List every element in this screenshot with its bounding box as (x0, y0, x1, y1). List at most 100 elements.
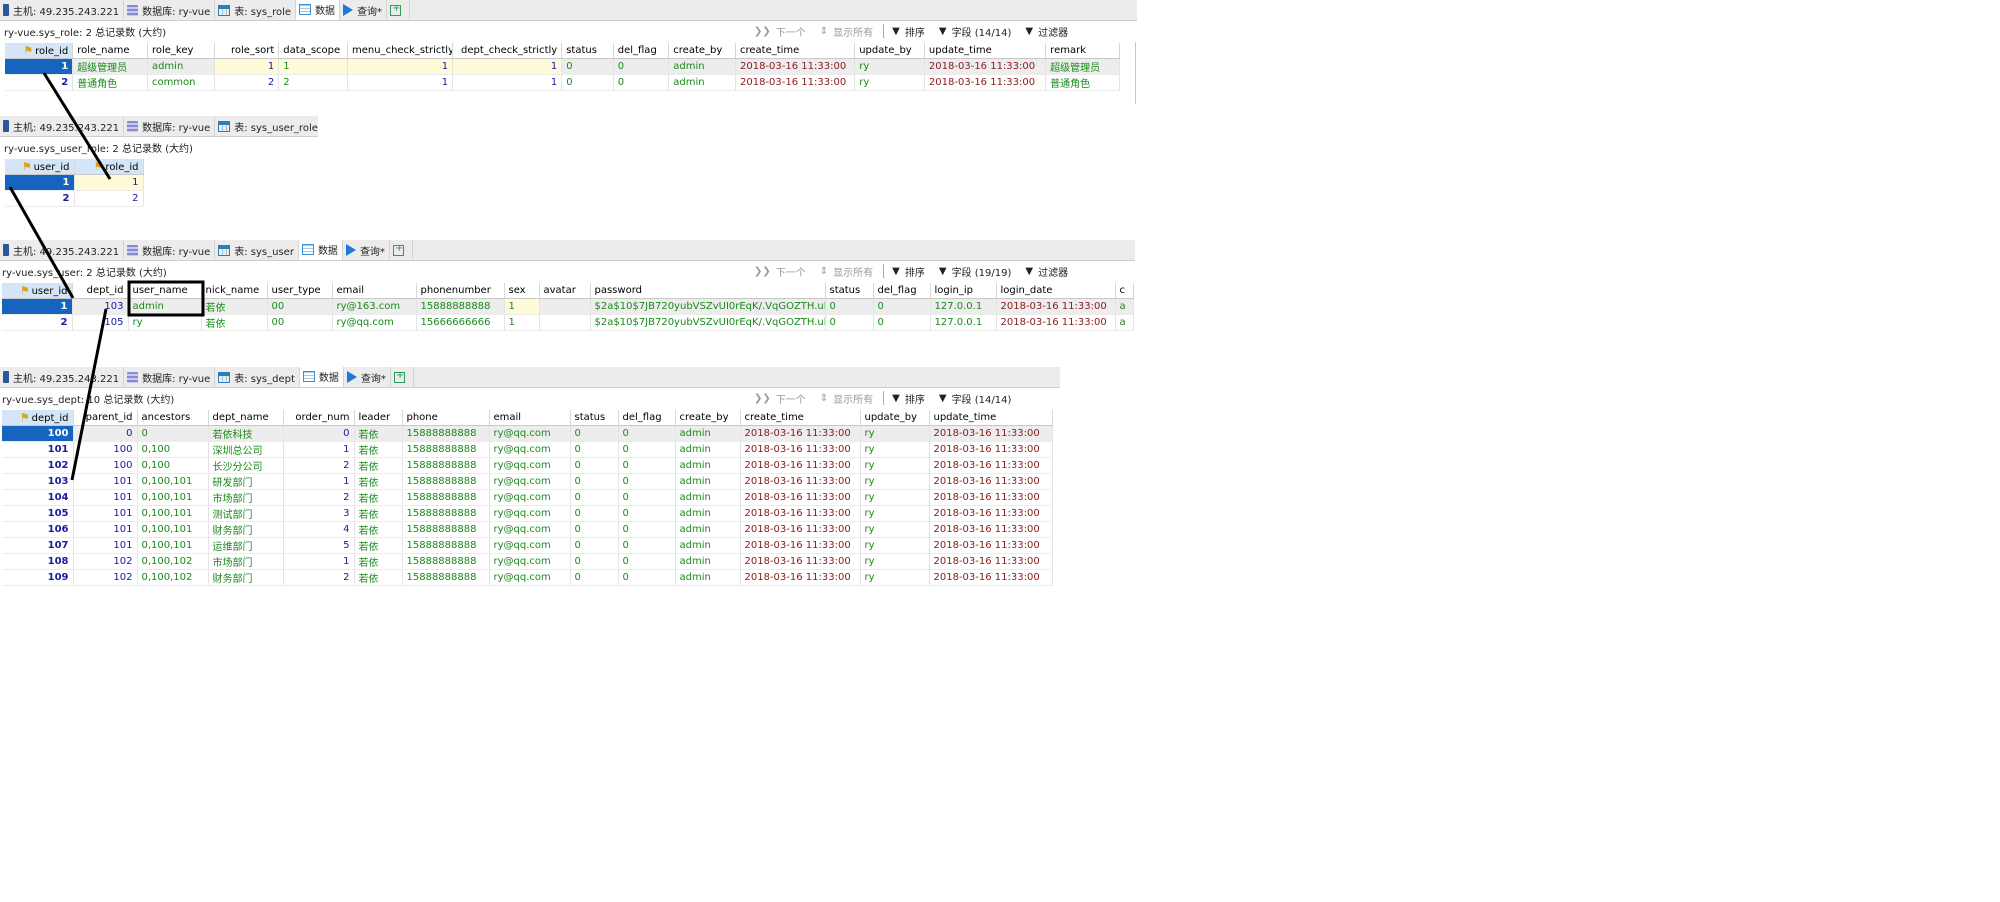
table-cell-del-flag[interactable]: 0 (618, 537, 676, 554)
table-cell-parent-id[interactable]: 101 (73, 489, 138, 506)
table-cell-update-time[interactable]: 2018-03-16 11:33:00 (929, 473, 1053, 490)
table-cell-dept-check-strictly[interactable]: 1 (452, 58, 563, 75)
column-header-user-id[interactable]: ⚑ user_id (2, 283, 73, 299)
table-cell-email[interactable]: ry@qq.com (489, 569, 571, 586)
table-cell-del-flag[interactable]: 0 (618, 425, 676, 442)
table-cell-dept-name[interactable]: 财务部门 (208, 521, 284, 538)
table-cell-update-by[interactable]: ry (860, 553, 930, 570)
table-cell-email[interactable]: ry@qq.com (489, 473, 571, 490)
tab-database[interactable]: 数据库: ry-vue (124, 0, 216, 20)
table-cell-avatar[interactable] (539, 298, 591, 315)
column-header-role-id[interactable]: ⚑ role_id (5, 43, 74, 59)
table-cell-update-time[interactable]: 2018-03-16 11:33:00 (929, 441, 1053, 458)
column-header-avatar[interactable]: avatar (539, 283, 591, 299)
tab-host[interactable]: 主机: 49.235.243.221 (0, 367, 125, 387)
table-cell-update-time[interactable]: 2018-03-16 11:33:00 (924, 58, 1047, 75)
table-cell-dept-id[interactable]: 103 (72, 298, 129, 315)
column-header-role-key[interactable]: role_key (147, 43, 215, 59)
table-cell-leader[interactable]: 若依 (354, 537, 403, 554)
tab-new-query[interactable] (387, 0, 411, 20)
table-cell-create-by[interactable]: admin (675, 457, 741, 474)
table-cell-parent-id[interactable]: 102 (73, 553, 138, 570)
table-cell-update-by[interactable]: ry (854, 74, 925, 91)
table-cell-phone[interactable]: 15888888888 (402, 553, 490, 570)
table-cell-create-time[interactable]: 2018-03-16 11:33:00 (740, 473, 861, 490)
table-cell-parent-id[interactable]: 101 (73, 505, 138, 522)
tab-new-query[interactable] (391, 367, 414, 387)
table-row[interactable]: 103 101 0,100,101 研发部门 1 若依 15888888888 ry@qq.c… (2, 473, 1053, 490)
table-cell-dept-check-strictly[interactable]: 1 (452, 74, 563, 91)
column-header-phone[interactable]: phone (402, 410, 490, 426)
column-header-update-by[interactable]: update_by (854, 43, 925, 59)
table-cell-role-key[interactable]: common (147, 74, 215, 91)
table-cell-email[interactable]: ry@qq.com (489, 553, 571, 570)
table-cell-menu-check-strictly[interactable]: 1 (347, 74, 454, 91)
table-cell-status[interactable]: 0 (570, 441, 619, 458)
tab-new-query[interactable] (390, 240, 413, 260)
column-header-data-scope[interactable]: data_scope (278, 43, 348, 59)
table-cell-dept-name[interactable]: 长沙分公司 (208, 457, 284, 474)
show-all-button[interactable]: ⇕ 显示所有 (820, 391, 873, 406)
table-cell-leader[interactable]: 若依 (354, 457, 403, 474)
table-cell-email[interactable]: ry@qq.com (489, 425, 571, 442)
table-cell-dept-id[interactable]: 104 (2, 489, 74, 506)
table-cell-user-id[interactable]: 1 (2, 298, 73, 315)
table-cell-password[interactable]: $2a$10$7JB720yubVSZvUI0rEqK/.VqGOZTH.ulu… (590, 314, 826, 331)
table-cell-sex[interactable]: 1 (504, 314, 540, 331)
table-cell-del-flag[interactable]: 0 (873, 298, 931, 315)
table-cell-order-num[interactable]: 1 (283, 553, 355, 570)
table-cell-role-id[interactable]: 1 (74, 174, 144, 191)
table-row[interactable]: 11 (5, 174, 144, 191)
table-cell-parent-id[interactable]: 100 (73, 457, 138, 474)
table-cell-role-sort[interactable]: 1 (214, 58, 280, 75)
table-cell-nick-name[interactable]: 若依 (201, 314, 268, 331)
table-row[interactable]: 109 102 0,100,102 财务部门 2 若依 15888888888 ry@qq.c… (2, 569, 1053, 586)
table-cell-dept-id[interactable]: 106 (2, 521, 74, 538)
column-header-order-num[interactable]: order_num (283, 410, 355, 426)
table-cell-dept-id[interactable]: 105 (72, 314, 129, 331)
table-cell-dept-id[interactable]: 109 (2, 569, 74, 586)
table-cell-create-by[interactable]: admin (675, 425, 741, 442)
table-cell-create-by[interactable]: admin (668, 74, 736, 91)
table-row[interactable]: 100 0 0 若依科技 0 若依 15888888888 ry@qq.com 0 0 admin 2… (2, 425, 1053, 442)
table-cell-status[interactable]: 0 (570, 569, 619, 586)
column-header-user-type[interactable]: user_type (267, 283, 333, 299)
table-cell-status[interactable]: 0 (570, 537, 619, 554)
table-cell-order-num[interactable]: 0 (283, 425, 355, 442)
table-cell-role-id[interactable]: 2 (74, 190, 144, 207)
column-header-update-time[interactable]: update_time (924, 43, 1047, 59)
table-cell-create-by[interactable]: admin (675, 441, 741, 458)
column-header-parent-id[interactable]: parent_id (73, 410, 138, 426)
table-row[interactable]: 22 (5, 190, 144, 207)
table-cell-avatar[interactable] (539, 314, 591, 331)
column-header-dept-check-strictly[interactable]: dept_check_strictly (452, 43, 563, 59)
table-cell-order-num[interactable]: 3 (283, 505, 355, 522)
table-cell-email[interactable]: ry@163.com (332, 298, 417, 315)
table-cell-del-flag[interactable]: 0 (613, 58, 670, 75)
sort-button[interactable]: ▼ 排序 (892, 391, 925, 406)
table-row[interactable]: 104 101 0,100,101 市场部门 2 若依 15888888888 ry@qq.c… (2, 489, 1053, 506)
table-cell-phone[interactable]: 15888888888 (402, 521, 490, 538)
table-cell-create-by[interactable]: admin (675, 553, 741, 570)
column-header-remark[interactable]: remark (1045, 43, 1120, 59)
table-cell-leader[interactable]: 若依 (354, 521, 403, 538)
table-cell-status[interactable]: 0 (570, 473, 619, 490)
tab-data[interactable]: 数据 (296, 0, 341, 20)
table-cell-order-num[interactable]: 5 (283, 537, 355, 554)
sort-button[interactable]: ▼ 排序 (892, 264, 925, 279)
column-header-dept-id[interactable]: ⚑ dept_id (2, 410, 74, 426)
tab-table[interactable]: 表: sys_dept (215, 367, 300, 387)
table-cell-phone[interactable]: 15888888888 (402, 473, 490, 490)
table-cell-nick-name[interactable]: 若依 (201, 298, 268, 315)
table-cell-email[interactable]: ry@qq.com (489, 441, 571, 458)
table-cell-update-time[interactable]: 2018-03-16 11:33:00 (929, 521, 1053, 538)
fields-button[interactable]: ▼ 字段 (14/14) (939, 391, 1012, 406)
table-cell-role-key[interactable]: admin (147, 58, 215, 75)
table-cell-c[interactable]: a (1115, 298, 1134, 315)
table-cell-sex[interactable]: 1 (504, 298, 540, 315)
table-row[interactable]: 2 普通角色 common 2 2 1 1 0 0 admin 2018-03-16 11:33:0… (5, 74, 1120, 91)
table-cell-ancestors[interactable]: 0,100,101 (137, 537, 209, 554)
table-cell-leader[interactable]: 若依 (354, 473, 403, 490)
table-cell-ancestors[interactable]: 0,100,101 (137, 489, 209, 506)
column-header-ancestors[interactable]: ancestors (137, 410, 209, 426)
